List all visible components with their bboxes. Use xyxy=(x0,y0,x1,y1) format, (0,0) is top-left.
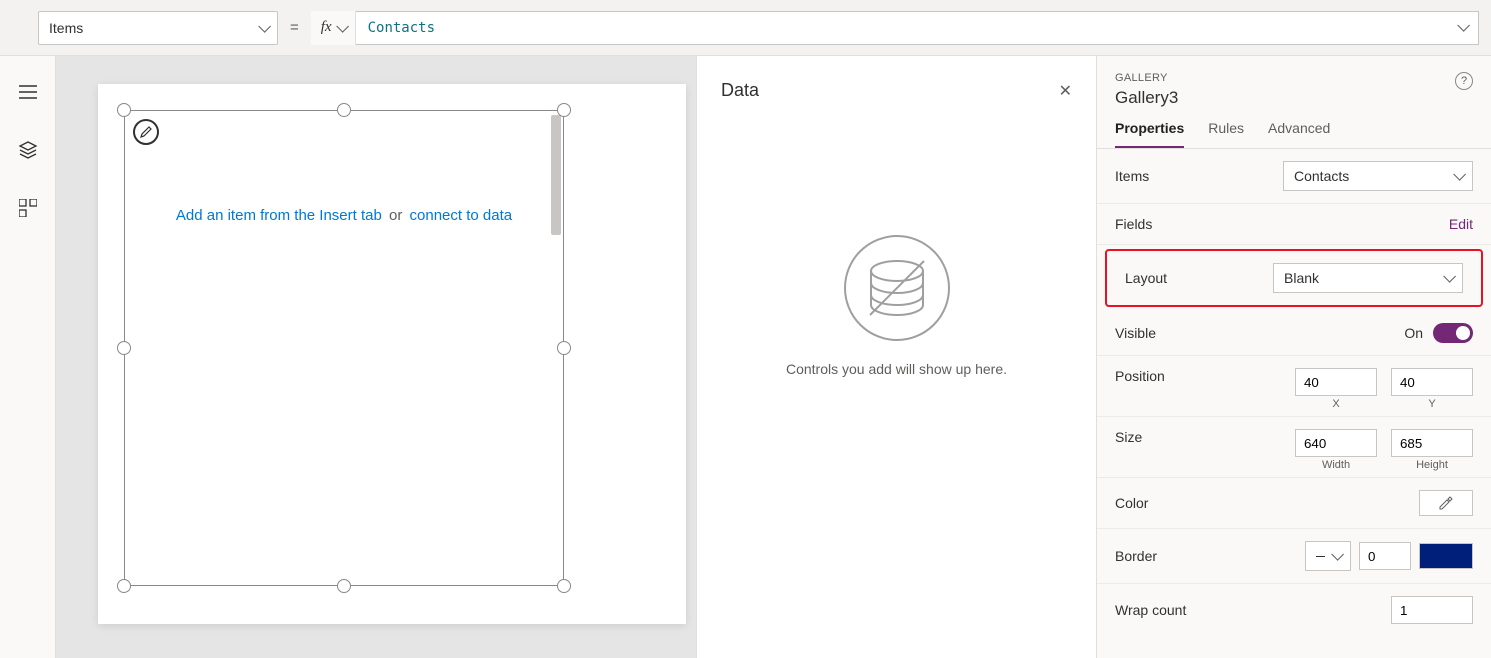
hamburger-icon[interactable] xyxy=(16,80,40,104)
tab-properties[interactable]: Properties xyxy=(1115,120,1184,148)
resize-handle[interactable] xyxy=(117,341,131,355)
border-style-dropdown[interactable] xyxy=(1305,541,1351,571)
property-selector-label: Items xyxy=(49,20,83,36)
chevron-down-icon xyxy=(1443,270,1452,286)
color-picker[interactable] xyxy=(1419,490,1473,516)
prop-border: Border xyxy=(1097,529,1491,584)
prop-layout-label: Layout xyxy=(1125,270,1167,286)
prop-layout-dropdown[interactable]: Blank xyxy=(1273,263,1463,293)
resize-handle[interactable] xyxy=(337,579,351,593)
database-empty-icon xyxy=(842,233,952,343)
fields-edit-link[interactable]: Edit xyxy=(1449,216,1473,232)
prop-fields-label: Fields xyxy=(1115,216,1152,232)
prop-items: Items Contacts xyxy=(1097,149,1491,204)
resize-handle[interactable] xyxy=(557,341,571,355)
prop-layout: Layout Blank xyxy=(1117,257,1471,299)
prop-visible-label: Visible xyxy=(1115,325,1156,341)
size-width-input[interactable] xyxy=(1295,429,1377,457)
prop-size-label: Size xyxy=(1115,429,1142,445)
formula-bar: Items = fx Contacts xyxy=(0,0,1491,56)
data-panel-title: Data xyxy=(721,80,759,101)
resize-handle[interactable] xyxy=(337,103,351,117)
left-rail xyxy=(0,56,56,658)
border-color-picker[interactable] xyxy=(1419,543,1473,569)
tab-advanced[interactable]: Advanced xyxy=(1268,120,1330,148)
prop-wrap-label: Wrap count xyxy=(1115,602,1186,618)
resize-handle[interactable] xyxy=(557,579,571,593)
data-panel: Data ✕ Controls you add will show up her… xyxy=(696,56,1096,658)
gallery-placeholder: Add an item from the Insert tab or conne… xyxy=(125,207,563,224)
height-sublabel: Height xyxy=(1391,459,1473,471)
properties-panel: GALLERY Gallery3 ? Properties Rules Adva… xyxy=(1096,56,1491,658)
fx-label: fx xyxy=(321,19,332,36)
prop-size: Size Width Height xyxy=(1097,417,1491,478)
resize-handle[interactable] xyxy=(557,103,571,117)
width-sublabel: Width xyxy=(1295,459,1377,471)
props-tabs: Properties Rules Advanced xyxy=(1097,108,1491,149)
prop-items-dropdown[interactable]: Contacts xyxy=(1283,161,1473,191)
wrap-count-input[interactable] xyxy=(1391,596,1473,624)
close-icon[interactable]: ✕ xyxy=(1059,81,1072,101)
pencil-icon[interactable] xyxy=(133,119,159,145)
prop-items-value: Contacts xyxy=(1294,168,1349,184)
position-x-input[interactable] xyxy=(1295,368,1377,396)
prop-visible: Visible On xyxy=(1097,311,1491,356)
chevron-down-icon xyxy=(1331,548,1340,564)
prop-items-label: Items xyxy=(1115,168,1149,184)
prop-position-label: Position xyxy=(1115,368,1165,384)
chevron-down-icon xyxy=(258,20,267,36)
gallery-control[interactable]: Add an item from the Insert tab or conne… xyxy=(124,110,564,586)
prop-layout-value: Blank xyxy=(1284,270,1319,286)
help-icon[interactable]: ? xyxy=(1455,72,1473,90)
prop-visible-state: On xyxy=(1404,325,1423,341)
layers-icon[interactable] xyxy=(16,138,40,162)
prop-border-label: Border xyxy=(1115,548,1157,564)
prop-color: Color xyxy=(1097,478,1491,529)
placeholder-text[interactable]: Add an item from the Insert tab xyxy=(176,207,382,224)
equals-sign: = xyxy=(290,19,299,36)
prop-color-label: Color xyxy=(1115,495,1148,511)
layout-highlight: Layout Blank xyxy=(1105,249,1483,307)
property-selector[interactable]: Items xyxy=(38,11,278,45)
tab-rules[interactable]: Rules xyxy=(1208,120,1244,148)
props-control-name: Gallery3 xyxy=(1115,88,1178,108)
chevron-down-icon xyxy=(1457,20,1466,36)
resize-handle[interactable] xyxy=(117,103,131,117)
position-y-input[interactable] xyxy=(1391,368,1473,396)
chevron-down-icon xyxy=(336,20,345,36)
prop-wrap-count: Wrap count xyxy=(1097,584,1491,636)
formula-input[interactable]: Contacts xyxy=(356,11,1479,45)
resize-handle[interactable] xyxy=(117,579,131,593)
canvas-screen[interactable]: Add an item from the Insert tab or conne… xyxy=(98,84,686,624)
fx-button[interactable]: fx xyxy=(311,11,356,45)
connect-data-link[interactable]: connect to data xyxy=(410,207,513,224)
canvas-area[interactable]: Add an item from the Insert tab or conne… xyxy=(56,56,696,658)
props-eyebrow: GALLERY xyxy=(1115,72,1178,84)
apps-icon[interactable] xyxy=(16,196,40,220)
visible-toggle[interactable] xyxy=(1433,323,1473,343)
prop-position: Position X Y xyxy=(1097,356,1491,417)
chevron-down-icon xyxy=(1453,168,1462,184)
placeholder-or: or xyxy=(389,207,402,224)
prop-fields: Fields Edit xyxy=(1097,204,1491,245)
formula-text: Contacts xyxy=(368,20,435,36)
border-width-input[interactable] xyxy=(1359,542,1411,570)
x-sublabel: X xyxy=(1295,398,1377,410)
size-height-input[interactable] xyxy=(1391,429,1473,457)
data-empty-text: Controls you add will show up here. xyxy=(786,361,1007,377)
y-sublabel: Y xyxy=(1391,398,1473,410)
